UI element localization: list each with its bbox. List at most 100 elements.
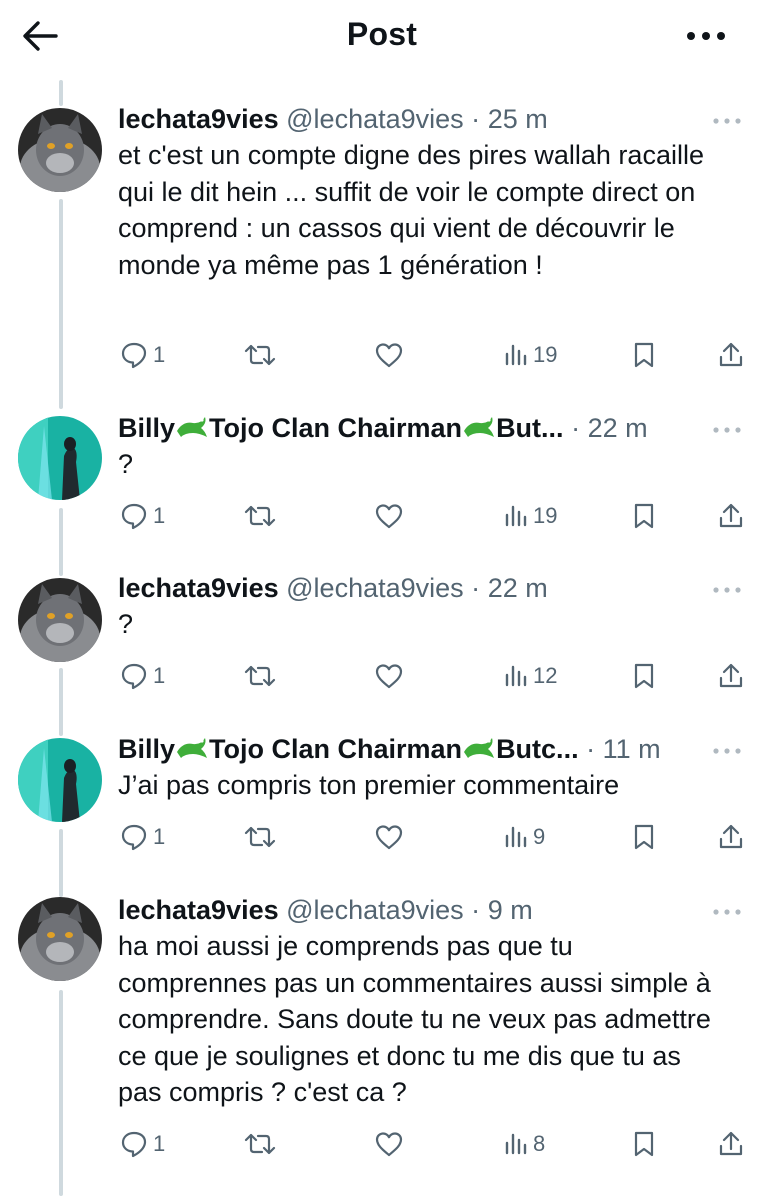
page-title: Post <box>346 16 418 52</box>
reply-post[interactable]: lechata9vies @lechata9vies · 22 m ? 1 12 <box>0 570 764 736</box>
display-name[interactable]: lechata9vies <box>118 895 279 925</box>
views-button[interactable]: 19 <box>503 496 557 536</box>
more-icon[interactable] <box>712 904 742 915</box>
heart-icon <box>375 504 403 529</box>
views-button[interactable]: 19 <box>503 335 557 375</box>
action-bar: 1 19 <box>0 335 764 375</box>
like-button[interactable] <box>373 656 405 696</box>
crocodile-icon <box>175 732 209 762</box>
timestamp[interactable]: 25 m <box>488 104 548 134</box>
reply-button[interactable]: 1 <box>119 1124 165 1164</box>
reply-button[interactable]: 1 <box>119 496 165 536</box>
share-icon <box>719 824 743 849</box>
more-icon[interactable] <box>712 582 742 593</box>
action-bar: 1 19 <box>0 496 764 536</box>
share-button[interactable] <box>716 1124 746 1164</box>
action-bar: 1 12 <box>0 656 764 696</box>
separator-dot: · <box>586 734 596 764</box>
repost-button[interactable] <box>243 656 277 696</box>
bookmark-button[interactable] <box>631 656 657 696</box>
crocodile-icon <box>175 411 209 441</box>
share-icon <box>719 503 743 528</box>
reply-count: 1 <box>153 1131 166 1156</box>
reply-text: ? <box>118 449 134 479</box>
timestamp[interactable]: 11 m <box>603 734 661 764</box>
repost-icon <box>244 1133 276 1155</box>
display-name[interactable]: lechata9vies <box>118 104 279 134</box>
more-options-icon[interactable] <box>685 22 729 50</box>
reply-button[interactable]: 1 <box>119 656 165 696</box>
like-button[interactable] <box>373 1124 405 1164</box>
timestamp[interactable]: 22 m <box>488 573 548 603</box>
views-button[interactable]: 9 <box>503 817 545 857</box>
bookmark-button[interactable] <box>631 1124 657 1164</box>
bookmark-button[interactable] <box>631 335 657 375</box>
reply-button[interactable]: 1 <box>119 335 165 375</box>
reply-post[interactable]: Billy Tojo Clan Chairman Butc... · 11 m J’… <box>0 731 764 897</box>
reply-icon <box>121 503 147 530</box>
analytics-icon <box>505 505 527 527</box>
repost-button[interactable] <box>243 335 277 375</box>
share-button[interactable] <box>716 817 746 857</box>
avatar[interactable] <box>18 897 102 981</box>
separator-dot: · <box>471 104 481 134</box>
thread-line <box>59 990 63 1196</box>
crocodile-icon <box>462 411 496 441</box>
analytics-icon <box>505 344 527 366</box>
reply-header: lechata9vies @lechata9vies · 25 m <box>118 101 708 137</box>
display-name[interactable]: Billy Tojo Clan Chairman But... <box>118 413 564 443</box>
reply-text: ha moi aussi je comprends pas que tu com… <box>118 931 711 1107</box>
views-button[interactable]: 12 <box>503 656 557 696</box>
heart-icon <box>375 664 403 689</box>
timestamp[interactable]: 9 m <box>488 895 533 925</box>
more-icon[interactable] <box>712 113 742 124</box>
views-button[interactable]: 8 <box>503 1124 545 1164</box>
username[interactable]: @lechata9vies <box>286 104 464 134</box>
display-name[interactable]: lechata9vies <box>118 573 279 603</box>
separator-dot: · <box>471 895 481 925</box>
bookmark-button[interactable] <box>631 496 657 536</box>
reply-text: J’ai pas compris ton premier commentaire <box>118 770 620 800</box>
avatar[interactable] <box>18 416 102 500</box>
heart-icon <box>375 1132 403 1157</box>
username[interactable]: @lechata9vies <box>286 895 464 925</box>
reply-icon <box>121 663 147 690</box>
analytics-icon <box>505 665 527 687</box>
like-button[interactable] <box>373 335 405 375</box>
timestamp[interactable]: 22 m <box>588 413 648 443</box>
like-button[interactable] <box>373 496 405 536</box>
reply-icon <box>121 1131 147 1158</box>
share-button[interactable] <box>716 496 746 536</box>
avatar[interactable] <box>18 108 102 192</box>
reply-count: 1 <box>153 342 166 367</box>
display-name[interactable]: Billy Tojo Clan Chairman Butc... <box>118 734 579 764</box>
reply-header: Billy Tojo Clan Chairman Butc... · 11 m <box>118 731 708 767</box>
reply-button[interactable]: 1 <box>119 817 165 857</box>
more-icon[interactable] <box>712 743 742 754</box>
username[interactable]: @lechata9vies <box>286 573 464 603</box>
action-bar: 1 9 <box>0 817 764 857</box>
share-icon <box>719 663 743 688</box>
repost-icon <box>244 505 276 527</box>
repost-icon <box>244 826 276 848</box>
repost-button[interactable] <box>243 1124 277 1164</box>
repost-button[interactable] <box>243 496 277 536</box>
avatar[interactable] <box>18 738 102 822</box>
view-count: 19 <box>533 342 558 367</box>
more-icon[interactable] <box>712 422 742 433</box>
thread-line <box>59 199 63 409</box>
reply-header: lechata9vies @lechata9vies · 9 m <box>118 892 708 928</box>
repost-button[interactable] <box>243 817 277 857</box>
reply-header: lechata9vies @lechata9vies · 22 m <box>118 570 708 606</box>
bookmark-button[interactable] <box>631 817 657 857</box>
like-button[interactable] <box>373 817 405 857</box>
share-button[interactable] <box>716 656 746 696</box>
share-icon <box>719 1131 743 1156</box>
reply-post[interactable]: lechata9vies @lechata9vies · 25 m et c'e… <box>0 101 764 409</box>
share-button[interactable] <box>716 335 746 375</box>
analytics-icon <box>505 826 527 848</box>
reply-post[interactable]: Billy Tojo Clan Chairman But... · 22 m ? 1… <box>0 410 764 576</box>
reply-post[interactable]: lechata9vies @lechata9vies · 9 m ha moi … <box>0 892 764 1196</box>
avatar[interactable] <box>18 578 102 662</box>
reply-text: ? <box>118 609 134 639</box>
